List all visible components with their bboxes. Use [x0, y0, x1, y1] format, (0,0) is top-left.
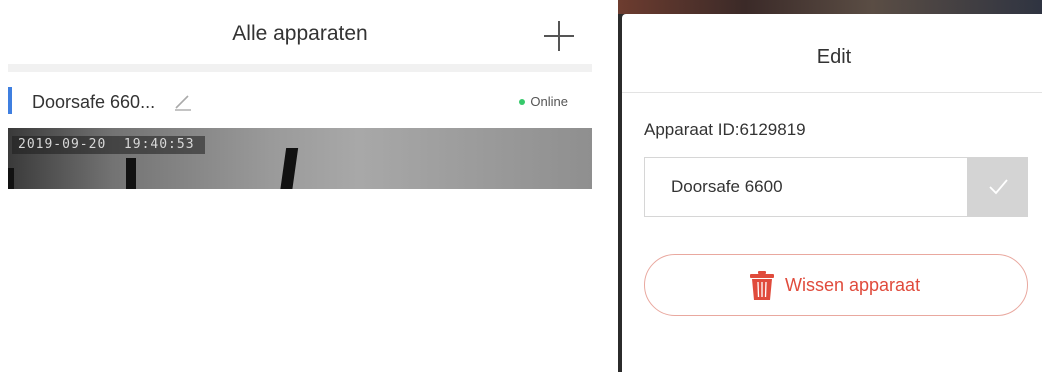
section-divider — [8, 64, 592, 72]
device-id-label: Apparaat ID:6129819 — [644, 120, 806, 139]
dialog-divider — [622, 92, 1042, 93]
add-device-plus-icon[interactable] — [543, 20, 575, 52]
device-list-screen: Alle apparaten Doorsafe 660... Online 20… — [0, 0, 592, 372]
camera-preview[interactable]: 2019-09-20 19:40:53 — [8, 128, 592, 189]
page-title: Alle apparaten — [232, 22, 368, 45]
camera-timestamp: 2019-09-20 19:40:53 — [12, 136, 205, 154]
camera-scene-detail — [279, 148, 299, 189]
delete-device-button[interactable]: Wissen apparaat — [644, 254, 1028, 316]
camera-scene-detail — [8, 168, 14, 189]
edit-dialog: Edit Apparaat ID:6129819 Wissen apparaat — [622, 14, 1042, 380]
edit-dialog-screen: Edit Apparaat ID:6129819 Wissen apparaat — [618, 0, 1042, 380]
background-photo — [618, 0, 1042, 14]
dialog-title: Edit — [816, 46, 852, 68]
device-name-field[interactable] — [644, 157, 967, 217]
device-name: Doorsafe 660... — [32, 92, 156, 112]
status-text: Online — [530, 94, 568, 109]
device-list-item[interactable]: Doorsafe 660... Online — [8, 72, 592, 128]
confirm-name-button[interactable] — [967, 157, 1028, 217]
delete-device-label: Wissen apparaat — [785, 275, 921, 295]
device-accent-bar — [8, 87, 12, 114]
camera-scene-detail — [126, 158, 136, 189]
trash-icon — [750, 271, 774, 300]
online-dot-icon — [519, 98, 526, 105]
status-badge: Online — [519, 94, 568, 109]
pencil-icon[interactable] — [172, 92, 194, 112]
device-name-input[interactable] — [645, 158, 967, 216]
checkmark-icon — [989, 179, 1008, 195]
